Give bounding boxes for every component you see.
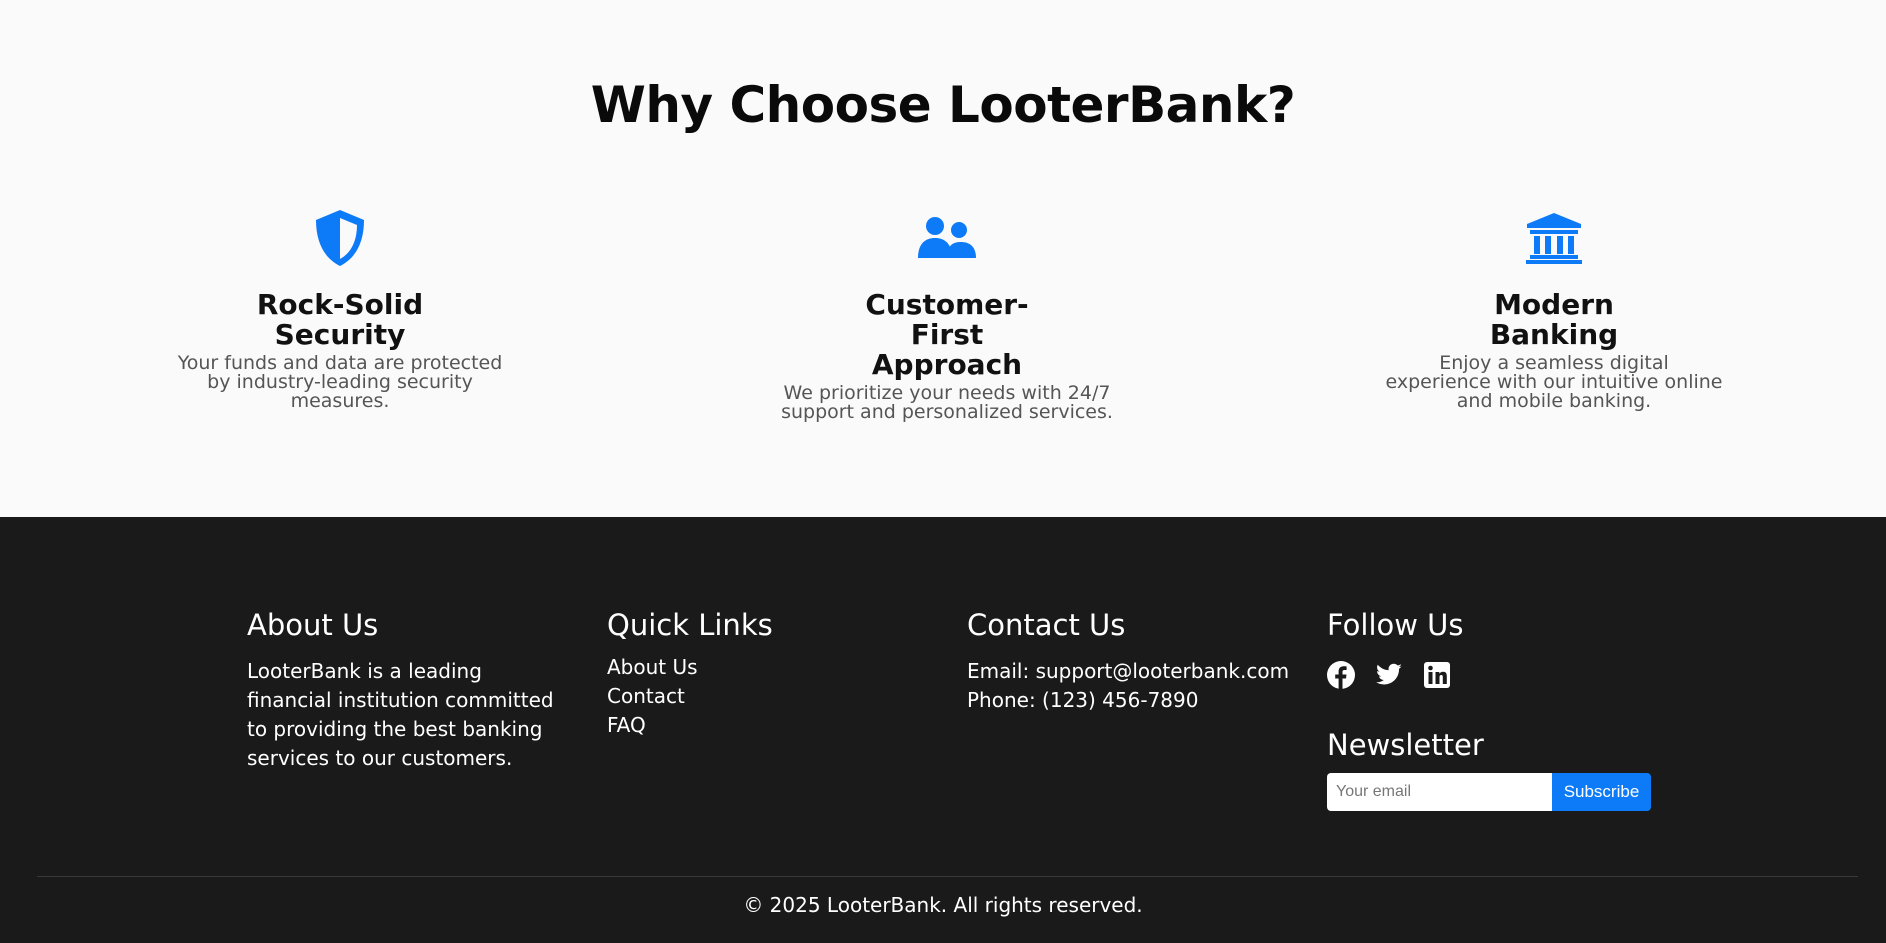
copyright-text: © 2025 LooterBank. All rights reserved. <box>743 893 1143 917</box>
social-links <box>1327 661 1657 689</box>
footer-quick-links: Quick Links About Us Contact FAQ <box>607 607 937 740</box>
shield-icon <box>160 208 520 268</box>
newsletter-heading: Newsletter <box>1327 728 1484 762</box>
quick-links-list: About Us Contact FAQ <box>607 653 937 740</box>
follow-heading: Follow Us <box>1327 608 1464 642</box>
facebook-icon[interactable] <box>1327 661 1355 689</box>
contact-heading: Contact Us <box>967 608 1126 642</box>
footer-about: About Us LooterBank is a leading financi… <box>247 607 577 773</box>
contact-email: Email: support@looterbank.com <box>967 659 1290 683</box>
feature-description: Enjoy a seamless digital experience with… <box>1385 352 1723 412</box>
quick-links-heading: Quick Links <box>607 608 773 642</box>
users-icon <box>767 208 1127 268</box>
site-footer: About Us LooterBank is a leading financi… <box>0 517 1886 943</box>
link-contact[interactable]: Contact <box>607 684 685 708</box>
section-title: Why Choose LooterBank? <box>590 76 1296 134</box>
linkedin-icon[interactable] <box>1423 661 1451 689</box>
feature-modern-banking: Modern Banking Enjoy a seamless digital … <box>1374 208 1734 411</box>
feature-title: Customer-First Approach <box>865 288 1029 381</box>
newsletter-email-input[interactable] <box>1327 773 1552 811</box>
footer-divider <box>37 876 1858 877</box>
feature-title: Modern Banking <box>1489 288 1619 351</box>
subscribe-button[interactable]: Subscribe <box>1552 773 1651 811</box>
contact-phone: Phone: (123) 456-7890 <box>967 688 1199 712</box>
feature-description: Your funds and data are protected by ind… <box>177 352 503 412</box>
twitter-icon[interactable] <box>1375 661 1403 689</box>
footer-contact: Contact Us Email: support@looterbank.com… <box>967 607 1297 715</box>
footer-follow: Follow Us Newsletter Your email Subscrib… <box>1327 607 1657 811</box>
link-faq[interactable]: FAQ <box>607 713 646 737</box>
feature-description: We prioritize your needs with 24/7 suppo… <box>781 382 1113 423</box>
about-heading: About Us <box>247 608 379 642</box>
feature-title: Rock-Solid Security <box>256 288 424 351</box>
link-about-us[interactable]: About Us <box>607 655 698 679</box>
why-choose-section: Why Choose LooterBank? Rock-Solid Securi… <box>0 0 1886 517</box>
about-text: LooterBank is a leading financial instit… <box>247 659 554 770</box>
bank-icon <box>1374 208 1734 268</box>
feature-customer-first: Customer-First Approach We prioritize yo… <box>767 208 1127 422</box>
newsletter-form: Subscribe <box>1327 773 1651 811</box>
feature-security: Rock-Solid Security Your funds and data … <box>160 208 520 411</box>
